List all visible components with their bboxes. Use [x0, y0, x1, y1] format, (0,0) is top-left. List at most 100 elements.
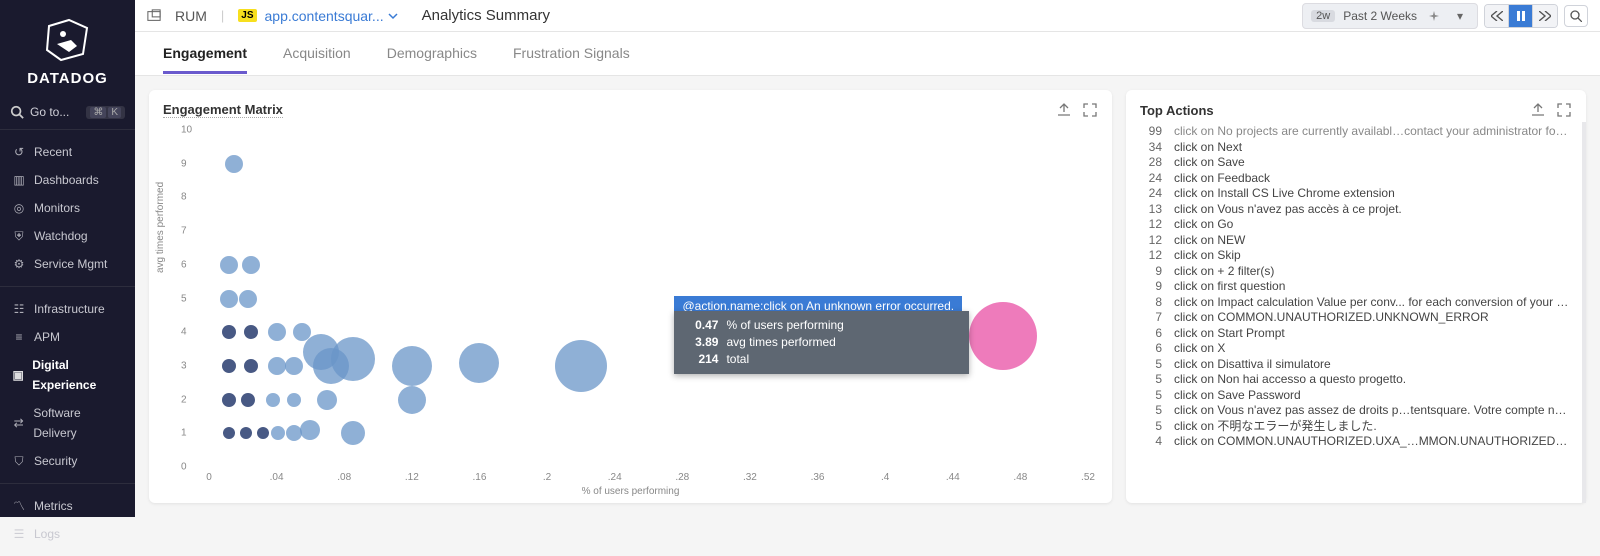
tab-frustration-signals[interactable]: Frustration Signals — [513, 33, 630, 74]
action-row[interactable]: 9click on + 2 filter(s) — [1134, 264, 1580, 280]
action-row[interactable]: 5click on Non hai accesso a questo proge… — [1134, 372, 1580, 388]
bubble[interactable] — [331, 337, 375, 381]
sidebar-item-logs[interactable]: ☰Logs — [0, 520, 135, 548]
bubble[interactable] — [555, 340, 607, 392]
action-row[interactable]: 4click on COMMON.UNAUTHORIZED.UXA_…MMON.… — [1134, 434, 1580, 450]
action-row[interactable]: 24click on Install CS Live Chrome extens… — [1134, 186, 1580, 202]
top-actions-list[interactable]: 99click on No projects are currently ava… — [1126, 122, 1586, 503]
pause-button[interactable] — [1509, 5, 1533, 27]
tab-engagement[interactable]: Engagement — [163, 33, 247, 74]
bubble[interactable] — [398, 386, 426, 414]
action-row[interactable]: 5click on Disattiva il simulatore — [1134, 357, 1580, 373]
zoom-button[interactable] — [1564, 5, 1588, 27]
action-row[interactable]: 34click on Next — [1134, 140, 1580, 156]
export-icon[interactable] — [1530, 102, 1546, 118]
bubble[interactable] — [459, 343, 499, 383]
bubble[interactable] — [225, 155, 243, 173]
sidebar-item-software-delivery[interactable]: ⇄Software Delivery — [0, 399, 135, 447]
bubble[interactable] — [241, 393, 255, 407]
action-row[interactable]: 12click on Go — [1134, 217, 1580, 233]
sidebar-item-security[interactable]: ⛉Security — [0, 447, 135, 475]
bubble[interactable] — [969, 302, 1037, 370]
action-row[interactable]: 5 click on 不明なエラーが発生しました. — [1134, 419, 1580, 435]
bubble[interactable] — [287, 393, 301, 407]
tab-row: Engagement Acquisition Demographics Frustra… — [135, 32, 1600, 76]
sidebar-item-service-mgmt[interactable]: ⚙Service Mgmt — [0, 250, 135, 278]
sidebar-item-watchdog[interactable]: ⛨Watchdog — [0, 222, 135, 250]
tooltip-value: 0.47 — [684, 317, 718, 334]
bubble[interactable] — [223, 427, 235, 439]
action-row[interactable]: 9click on first question — [1134, 279, 1580, 295]
bubble[interactable] — [220, 256, 238, 274]
logo: DATADOG — [0, 8, 135, 101]
action-row[interactable]: 6click on Start Prompt — [1134, 326, 1580, 342]
action-row[interactable]: 13click on Vous n'avez pas accès à ce pr… — [1134, 202, 1580, 218]
bubble[interactable] — [268, 357, 286, 375]
bubble[interactable] — [257, 427, 269, 439]
tab-acquisition[interactable]: Acquisition — [283, 33, 351, 74]
sidebar-item-infrastructure[interactable]: ☷Infrastructure — [0, 295, 135, 323]
action-row[interactable]: 5click on Vous n'avez pas assez de droit… — [1134, 403, 1580, 419]
action-count: 5 — [1134, 419, 1162, 435]
action-label: click on NEW — [1174, 233, 1570, 249]
x-tick: .36 — [811, 472, 825, 483]
bubble[interactable] — [271, 426, 285, 440]
bubble[interactable] — [244, 325, 258, 339]
bubble[interactable] — [239, 290, 257, 308]
bubble[interactable] — [341, 421, 365, 445]
bubble[interactable] — [222, 359, 236, 373]
watchdog-icon: ⛨ — [12, 229, 26, 243]
step-forward-button[interactable] — [1533, 5, 1557, 27]
sidebar-item-monitors[interactable]: ◎Monitors — [0, 194, 135, 222]
sidebar-item-recent[interactable]: ↺Recent — [0, 138, 135, 166]
app-selector[interactable]: JS app.contentsquar... — [238, 8, 397, 24]
delivery-icon: ⇄ — [12, 416, 25, 430]
step-back-button[interactable] — [1485, 5, 1509, 27]
action-label: click on Vous n'avez pas accès à ce proj… — [1174, 202, 1570, 218]
bubble[interactable] — [222, 325, 236, 339]
bubble[interactable] — [317, 390, 337, 410]
fullscreen-icon[interactable] — [1082, 102, 1098, 118]
chevron-down-icon[interactable]: ▾ — [1451, 6, 1469, 26]
bubble[interactable] — [266, 393, 280, 407]
bubble[interactable] — [240, 427, 252, 439]
bubble[interactable] — [285, 357, 303, 375]
bubble[interactable] — [268, 323, 286, 341]
time-range-selector[interactable]: 2w Past 2 Weeks ▾ — [1302, 3, 1478, 29]
bubble[interactable] — [242, 256, 260, 274]
export-icon[interactable] — [1056, 102, 1072, 118]
action-row[interactable]: 12click on Skip — [1134, 248, 1580, 264]
bubble[interactable] — [286, 425, 302, 441]
action-row[interactable]: 6click on X — [1134, 341, 1580, 357]
y-tick: 2 — [181, 394, 187, 405]
goto-search[interactable]: Go to... ⌘K — [0, 101, 135, 130]
bubble[interactable] — [222, 393, 236, 407]
pin-icon[interactable] — [1425, 6, 1443, 26]
action-row[interactable]: 24click on Feedback — [1134, 171, 1580, 187]
breadcrumb-root[interactable]: RUM — [175, 8, 207, 24]
tab-demographics[interactable]: Demographics — [387, 33, 477, 74]
sidebar-item-metrics[interactable]: 〽Metrics — [0, 492, 135, 520]
x-tick: .16 — [473, 472, 487, 483]
bubble[interactable] — [392, 346, 432, 386]
sidebar-item-apm[interactable]: ≡APM — [0, 323, 135, 351]
bubble[interactable] — [300, 420, 320, 440]
sidebar-item-label: Service Mgmt — [34, 254, 107, 274]
action-row[interactable]: 28click on Save — [1134, 155, 1580, 171]
bubble[interactable] — [244, 359, 258, 373]
sidebar-item-digital-experience[interactable]: ▣Digital Experience — [0, 351, 135, 399]
action-row[interactable]: 5click on Save Password — [1134, 388, 1580, 404]
bubble[interactable] — [220, 290, 238, 308]
y-tick: 4 — [181, 327, 187, 338]
scatter-plot[interactable]: 0123456789100.04.08.12.16.2.24.28.32.36.… — [209, 130, 1088, 467]
fullscreen-icon[interactable] — [1556, 102, 1572, 118]
panel-title: Engagement Matrix — [163, 102, 283, 118]
action-label: click on 不明なエラーが発生しました. — [1174, 419, 1570, 435]
action-row[interactable]: 99click on No projects are currently ava… — [1134, 124, 1580, 140]
action-row[interactable]: 8click on Impact calculation Value per c… — [1134, 295, 1580, 311]
chart-area[interactable]: avg times performed % of users performin… — [149, 122, 1112, 503]
sidebar-item-dashboards[interactable]: ▥Dashboards — [0, 166, 135, 194]
action-row[interactable]: 12click on NEW — [1134, 233, 1580, 249]
action-row[interactable]: 7click on COMMON.UNAUTHORIZED.UNKNOWN_ER… — [1134, 310, 1580, 326]
separator: | — [221, 8, 224, 23]
